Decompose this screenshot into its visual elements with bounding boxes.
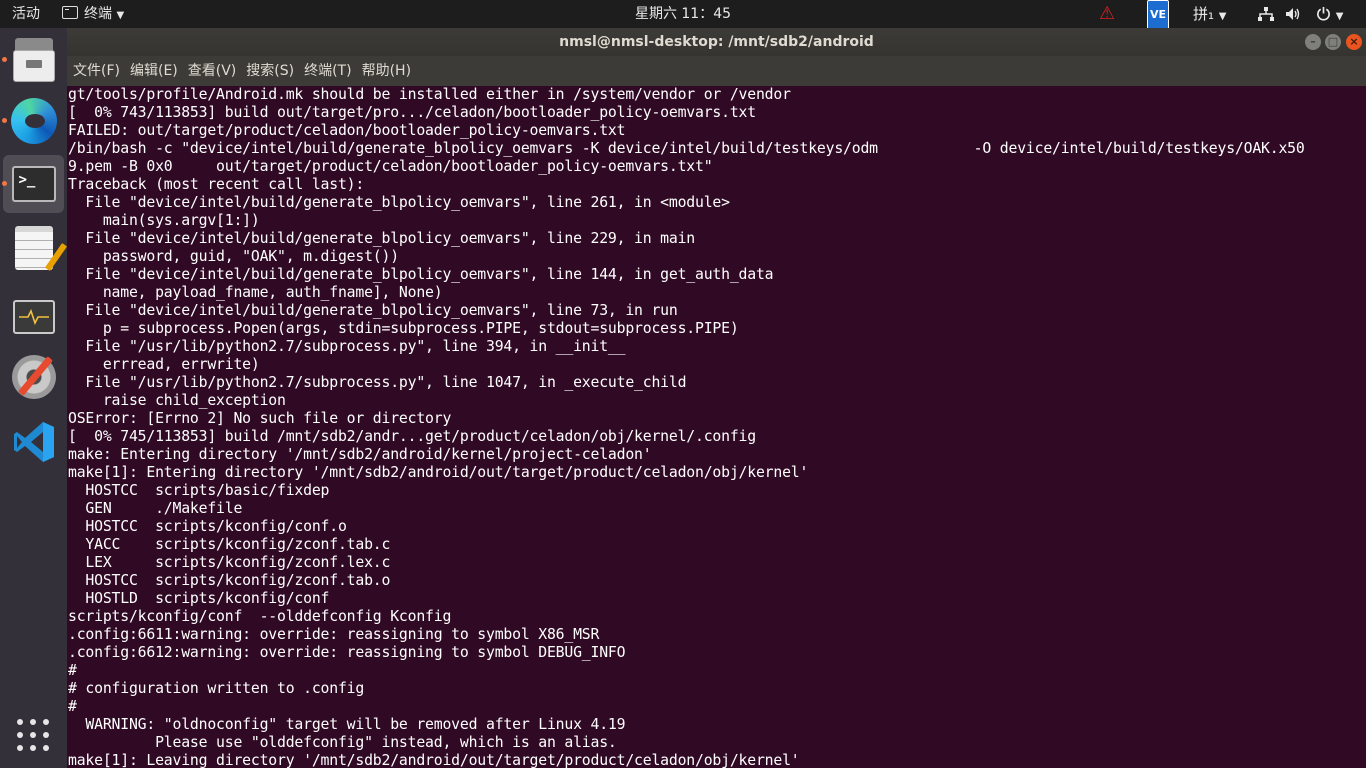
files-icon [12,38,55,82]
terminal-line: make[1]: Entering directory '/mnt/sdb2/a… [68,464,809,481]
dock-item-settings[interactable] [3,348,64,406]
terminal-icon: >_ [11,166,56,202]
terminal-line: # [68,698,77,715]
chevron-down-icon: ▼ [116,10,125,21]
terminal-small-icon [62,6,78,19]
terminal-line: [ 0% 743/113853] build out/target/pro...… [68,104,756,121]
ve-icon[interactable]: VE [1147,0,1169,30]
terminal-line: HOSTCC scripts/kconfig/zconf.tab.o [68,572,391,589]
terminal-window: nmsl@nmsl-desktop: /mnt/sdb2/android – □… [67,28,1366,768]
terminal-line: name, payload_fname, auth_fname], None) [68,284,443,301]
dock-item-terminal[interactable]: >_ [2,155,64,213]
running-indicator [2,181,7,186]
input-method-indicator[interactable]: 拼₁ ▼ [1193,0,1227,28]
terminal-line: password, guid, "OAK", m.digest()) [68,248,399,265]
terminal-line: 9.pem -B 0x0 out/target/product/celadon/… [68,158,713,175]
clock[interactable]: 星期六 11：45 [635,6,731,22]
menu-bar: 文件(F) 编辑(E) 查看(V) 搜索(S) 终端(T) 帮助(H) [67,56,1366,86]
dock-item-text-editor[interactable] [3,219,64,277]
terminal-line: # configuration written to .config [68,680,365,697]
terminal-line: File "/usr/lib/python2.7/subprocess.py",… [68,374,687,391]
terminal-text: gt/tools/profile/Android.mk should be in… [67,86,1366,768]
terminal-output[interactable]: gt/tools/profile/Android.mk should be in… [67,86,1366,768]
terminal-prompt-glyph: >_ [18,172,36,188]
activities-button[interactable]: 活动 [12,0,40,28]
terminal-line: File "device/intel/build/generate_blpoli… [68,194,730,211]
warning-icon[interactable]: ⚠ [1099,0,1115,28]
dock: >_ [0,28,67,768]
dock-item-edge[interactable] [2,92,64,150]
terminal-line: Please use "olddefconfig" instead, which… [68,734,617,751]
app-menu[interactable]: 终端 ▼ [62,0,124,28]
terminal-line: [ 0% 745/113853] build /mnt/sdb2/andr...… [68,428,756,445]
running-indicator [2,118,7,123]
maximize-button[interactable]: □ [1325,34,1341,50]
system-monitor-icon [12,300,55,334]
terminal-line: make[1]: Leaving directory '/mnt/sdb2/an… [68,752,800,768]
show-apps-icon[interactable] [17,719,49,751]
terminal-line: OSError: [Errno 2] No such file or direc… [68,410,452,427]
terminal-line: make: Entering directory '/mnt/sdb2/andr… [68,446,652,463]
terminal-line: main(sys.argv[1:]) [68,212,260,229]
terminal-line: WARNING: "oldnoconfig" target will be re… [68,716,626,733]
dock-item-system-monitor[interactable] [3,288,64,346]
edge-icon [10,98,57,144]
menu-file[interactable]: 文件(F) [68,56,124,86]
power-icon[interactable]: ▼ [1316,0,1343,28]
close-button[interactable]: × [1346,34,1362,50]
terminal-line: .config:6611:warning: override: reassign… [68,626,600,643]
terminal-line: gt/tools/profile/Android.mk should be in… [68,86,791,103]
terminal-line: HOSTLD scripts/kconfig/conf [68,590,330,607]
terminal-line: /bin/bash -c "device/intel/build/generat… [68,140,1305,157]
terminal-line: File "device/intel/build/generate_blpoli… [68,266,774,283]
terminal-line: errread, errwrite) [68,356,260,373]
terminal-line: # [68,662,77,679]
window-title: nmsl@nmsl-desktop: /mnt/sdb2/android [559,34,874,50]
terminal-line: GEN ./Makefile [68,500,243,517]
running-indicator [2,57,7,62]
dock-item-files[interactable] [2,31,64,89]
terminal-line: File "/usr/lib/python2.7/subprocess.py",… [68,338,626,355]
terminal-line: Traceback (most recent call last): [68,176,365,193]
menu-help[interactable]: 帮助(H) [357,56,415,86]
terminal-line: HOSTCC scripts/basic/fixdep [68,482,330,499]
input-method-label: 拼₁ [1193,5,1215,23]
terminal-line: LEX scripts/kconfig/zconf.lex.c [68,554,391,571]
terminal-line: YACC scripts/kconfig/zconf.tab.c [68,536,391,553]
terminal-line: File "device/intel/build/generate_blpoli… [68,230,696,247]
menu-edit[interactable]: 编辑(E) [125,56,182,86]
terminal-line: FAILED: out/target/product/celadon/bootl… [68,122,626,139]
menu-view[interactable]: 查看(V) [183,56,241,86]
terminal-line: .config:6612:warning: override: reassign… [68,644,626,661]
terminal-line: raise child_exception [68,392,286,409]
network-icon[interactable] [1258,0,1274,28]
chevron-down-icon: ▼ [1218,11,1227,22]
vscode-icon [13,422,54,462]
terminal-line: HOSTCC scripts/kconfig/conf.o [68,518,347,535]
settings-icon [11,355,56,399]
menu-terminal[interactable]: 终端(T) [299,56,355,86]
scrollbar[interactable] [1361,86,1364,768]
app-menu-label: 终端 [84,6,112,22]
chevron-down-icon: ▼ [1335,11,1344,22]
terminal-line: File "device/intel/build/generate_blpoli… [68,302,678,319]
terminal-line: scripts/kconfig/conf --olddefconfig Kcon… [68,608,452,625]
dock-item-vscode[interactable] [3,413,64,471]
text-editor-icon [14,226,53,270]
minimize-button[interactable]: – [1305,34,1321,50]
menu-search[interactable]: 搜索(S) [241,56,298,86]
volume-icon[interactable] [1285,0,1301,28]
window-titlebar[interactable]: nmsl@nmsl-desktop: /mnt/sdb2/android – □… [67,28,1366,56]
top-bar: 活动 终端 ▼ 星期六 11：45 ⚠ VE 拼₁ ▼ ▼ [0,0,1366,30]
terminal-line: p = subprocess.Popen(args, stdin=subproc… [68,320,739,337]
